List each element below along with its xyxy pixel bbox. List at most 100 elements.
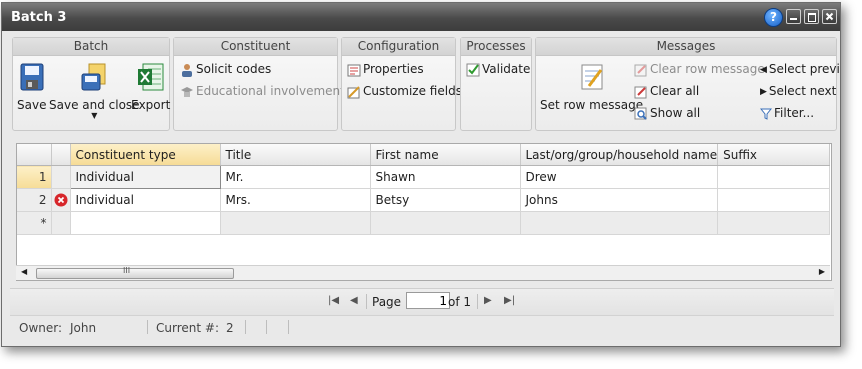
close-button[interactable] [822,9,837,24]
save-and-close-icon [81,63,106,91]
maximize-icon [808,13,816,22]
title-bar: Batch 3 ? [2,3,840,31]
new-row[interactable]: * [17,211,831,235]
customize-fields-button[interactable]: Customize fields [347,84,462,99]
scroll-right-icon[interactable]: ▶ [819,267,825,276]
save-and-close-button[interactable]: Save and close ▼ [49,62,140,120]
cell-title[interactable]: Mrs. [220,188,371,212]
minimize-button[interactable] [786,9,801,24]
show-all-label: Show all [650,106,701,120]
ribbon-group-configuration: Configuration Properties Customize field… [341,37,462,131]
excel-icon [137,63,164,91]
graduation-cap-icon [181,86,193,97]
educational-involvements-button[interactable]: Educational involvements [180,84,351,99]
scroll-grip: III [123,266,131,275]
status-separator [266,320,267,334]
column-header-constituent-type[interactable]: Constituent type [70,144,221,166]
column-header-title[interactable]: Title [220,144,371,166]
column-header-suffix[interactable]: Suffix [717,144,831,166]
scroll-left-icon[interactable]: ◀ [21,267,27,276]
cell-last-name[interactable]: Johns [520,188,719,212]
magnifier-icon [634,107,647,120]
cell-constituent-type[interactable]: Individual [69,165,221,189]
cell-last-name[interactable]: Drew [520,165,719,189]
properties-button[interactable]: Properties [347,62,424,77]
batch-window: Batch 3 ? Batch Save Save and close ▼ Ex… [1,2,841,347]
status-bar: Owner: John Current #: 2 [10,315,834,338]
save-icon [20,63,44,91]
batch-grid: Constituent type Title First name Last/o… [16,143,832,281]
person-icon [182,63,192,77]
row-number[interactable]: 2 [17,188,52,212]
last-page-icon[interactable]: ▶| [504,295,515,306]
funnel-icon [760,108,772,120]
clear-all-label: Clear all [650,84,700,98]
cell-first-name[interactable]: Betsy [370,188,521,212]
row-number-header [17,144,52,166]
set-row-message-icon [581,64,603,90]
next-page-icon[interactable]: ▶ [484,295,492,306]
column-header-last-name[interactable]: Last/org/group/household name [520,144,719,166]
grid-header-row: Constituent type Title First name Last/o… [17,144,831,166]
group-title: Batch [13,38,169,56]
cell-last-name[interactable] [520,211,719,235]
table-row[interactable]: 2 Individual Mrs. Betsy Johns [17,188,831,212]
cell-title[interactable]: Mr. [220,165,371,189]
export-button[interactable]: Export [131,62,170,112]
cell-first-name[interactable]: Shawn [370,165,521,189]
close-icon [825,12,834,21]
column-header-first-name[interactable]: First name [370,144,521,166]
chevron-down-icon[interactable]: ▼ [49,112,140,120]
cell-first-name[interactable] [370,211,521,235]
filter-button[interactable]: Filter... [760,106,814,120]
first-page-icon[interactable]: |◀ [328,295,339,306]
validate-button[interactable]: Validate [466,62,530,77]
cell-suffix[interactable] [717,165,831,189]
table-row[interactable]: 1 Individual Mr. Shawn Drew [17,165,831,189]
cell-suffix[interactable] [717,211,831,235]
grid-table: Constituent type Title First name Last/o… [17,144,831,235]
select-previous-button[interactable]: ◀ Select previ [760,62,840,76]
pager-separator [366,294,367,309]
ribbon-group-messages: Messages Set row message Clear row messa… [535,37,840,131]
properties-icon [347,64,361,76]
window-title: Batch 3 [11,10,67,25]
scroll-thumb[interactable]: III [36,266,234,279]
pager: |◀ ◀ Page of 1 ▶ ▶| [10,288,834,315]
group-title: Configuration [342,38,455,56]
triangle-left-icon: ◀ [760,64,767,75]
export-label: Export [131,98,171,112]
pager-separator [477,294,478,309]
cell-constituent-type[interactable]: Individual [70,188,221,212]
group-title: Constituent [174,38,337,56]
set-row-message-button[interactable]: Set row message [540,62,643,112]
select-next-button[interactable]: ▶ Select next [760,84,836,98]
select-next-label: Select next [768,84,837,98]
solicit-codes-button[interactable]: Solicit codes [180,62,271,77]
error-icon[interactable] [54,193,68,207]
page-number-input[interactable] [406,292,450,309]
properties-label: Properties [363,62,424,76]
previous-page-icon[interactable]: ◀ [350,295,358,306]
clear-all-icon [634,86,647,98]
clear-row-message-button[interactable]: Clear row message [634,62,765,77]
row-marker [51,211,71,235]
validate-label: Validate [482,62,531,76]
new-row-marker[interactable]: * [17,211,52,235]
page-label: Page [372,295,402,309]
show-all-button[interactable]: Show all [634,106,700,121]
save-button[interactable]: Save [17,62,46,112]
maximize-button[interactable] [804,9,819,24]
row-number[interactable]: 1 [17,165,52,189]
save-and-close-label: Save and close [49,98,140,112]
ribbon-group-batch: Batch Save Save and close ▼ Export [12,37,170,131]
cell-title[interactable] [220,211,371,235]
cell-suffix[interactable] [717,188,831,212]
row-marker[interactable] [51,188,71,212]
horizontal-scrollbar[interactable]: ◀ III ▶ [16,265,830,280]
status-separator [245,320,246,334]
help-icon[interactable]: ? [764,8,783,27]
clear-all-button[interactable]: Clear all [634,84,699,99]
cell-constituent-type[interactable] [70,211,221,235]
triangle-right-icon: ▶ [760,86,767,97]
